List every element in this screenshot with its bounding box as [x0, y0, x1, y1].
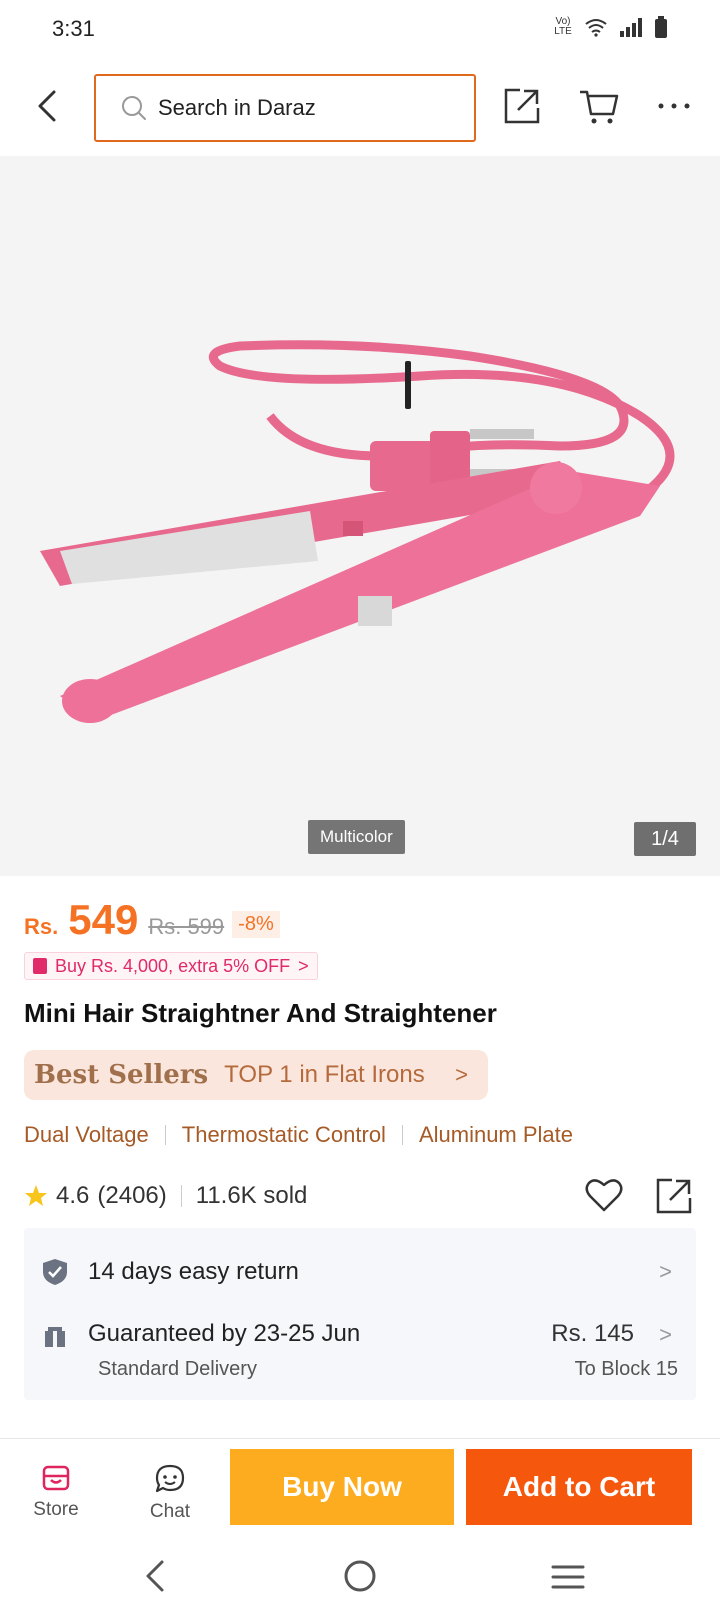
discount-badge: -8% [232, 911, 280, 938]
divider [180, 1185, 182, 1207]
return-policy-text: 14 days easy return [88, 1258, 299, 1285]
variant-chip[interactable]: Multicolor [308, 820, 405, 854]
current-price: 549 [68, 896, 139, 943]
back-arrow-icon[interactable] [30, 86, 66, 126]
delivery-row[interactable]: Guaranteed by 23-25 Jun Standard Deliver… [24, 1320, 696, 1390]
search-input[interactable] [158, 95, 458, 121]
heart-icon[interactable] [584, 1176, 624, 1214]
divider [401, 1125, 403, 1145]
rating-score[interactable]: 4.6 [56, 1182, 89, 1210]
price-currency: Rs. [24, 914, 59, 939]
service-card: 14 days easy return > Guaranteed by 23-2… [24, 1228, 696, 1400]
divider [164, 1125, 166, 1145]
shield-check-icon [43, 1259, 67, 1285]
buy-now-button[interactable]: Buy Now [230, 1449, 454, 1525]
price-row: Rs. 549 Rs. 599 -8% [24, 896, 280, 944]
feature-tags: Dual Voltage Thermostatic Control Alumin… [24, 1122, 573, 1148]
nav-recent-apps-icon[interactable] [550, 1562, 586, 1592]
system-nav-bar [0, 1542, 720, 1612]
best-sellers-rank: TOP 1 in Flat Irons [224, 1061, 425, 1088]
wifi-icon [585, 19, 607, 37]
chevron-right-icon: > [455, 1062, 468, 1087]
battery-icon [655, 16, 667, 38]
voucher-icon [33, 958, 47, 974]
top-bar [0, 60, 720, 156]
add-to-cart-button[interactable]: Add to Cart [466, 1449, 692, 1525]
cart-icon[interactable] [578, 86, 620, 126]
promo-text: Buy Rs. 4,000, extra 5% OFF [55, 955, 291, 976]
rating-row: 4.6 (2406) 11.6K sold [24, 1176, 696, 1216]
chat-button[interactable]: Chat [130, 1463, 210, 1533]
chat-label: Chat [149, 1501, 191, 1522]
review-count[interactable]: (2406) [97, 1182, 166, 1210]
promo-voucher[interactable]: Buy Rs. 4,000, extra 5% OFF > [24, 952, 318, 980]
feature-tag: Dual Voltage [24, 1122, 149, 1147]
bottom-action-bar: Store Chat Buy Now Add to Cart [0, 1438, 720, 1542]
best-sellers-banner[interactable]: Best Sellers TOP 1 in Flat Irons > [24, 1050, 488, 1100]
original-price: Rs. 599 [148, 914, 225, 939]
return-policy-row[interactable]: 14 days easy return > [24, 1248, 696, 1296]
status-bar: 3:31 Vo) LTE [0, 0, 720, 60]
delivery-type: Standard Delivery [98, 1358, 257, 1380]
chevron-right-icon: > [298, 955, 309, 976]
search-box[interactable] [94, 74, 476, 142]
feature-tag: Aluminum Plate [418, 1122, 574, 1147]
delivery-fee: Rs. 145 [551, 1320, 634, 1347]
nav-back-icon[interactable] [140, 1558, 170, 1594]
delivery-guarantee: Guaranteed by 23-25 Jun [88, 1320, 361, 1347]
lte-label: Vo) LTE [554, 16, 572, 37]
star-icon [25, 1185, 47, 1206]
chevron-right-icon: > [659, 1322, 672, 1347]
signal-icon [620, 18, 642, 37]
delivery-destination: To Block 15 [574, 1358, 678, 1380]
store-button[interactable]: Store [16, 1463, 96, 1533]
package-icon [45, 1327, 65, 1347]
chevron-right-icon: > [659, 1259, 672, 1284]
product-image-gallery[interactable]: Multicolor 1/4 [0, 156, 720, 876]
product-image [0, 156, 720, 876]
status-time: 3:31 [52, 16, 95, 41]
best-sellers-label: Best Sellers [34, 1060, 209, 1090]
product-title: Mini Hair Straightner And Straightener [24, 998, 497, 1028]
status-icons: Vo) LTE [552, 16, 668, 38]
store-label: Store [33, 1499, 79, 1520]
nav-home-icon[interactable] [342, 1558, 378, 1594]
search-icon [122, 96, 146, 120]
feature-tag: Thermostatic Control [181, 1122, 386, 1147]
share-icon[interactable] [654, 1176, 694, 1216]
sold-count: 11.6K sold [195, 1182, 308, 1209]
store-icon [42, 1465, 70, 1491]
share-icon[interactable] [502, 86, 542, 126]
more-options-icon[interactable] [656, 96, 692, 116]
chat-icon [155, 1464, 185, 1493]
image-counter: 1/4 [634, 822, 696, 856]
